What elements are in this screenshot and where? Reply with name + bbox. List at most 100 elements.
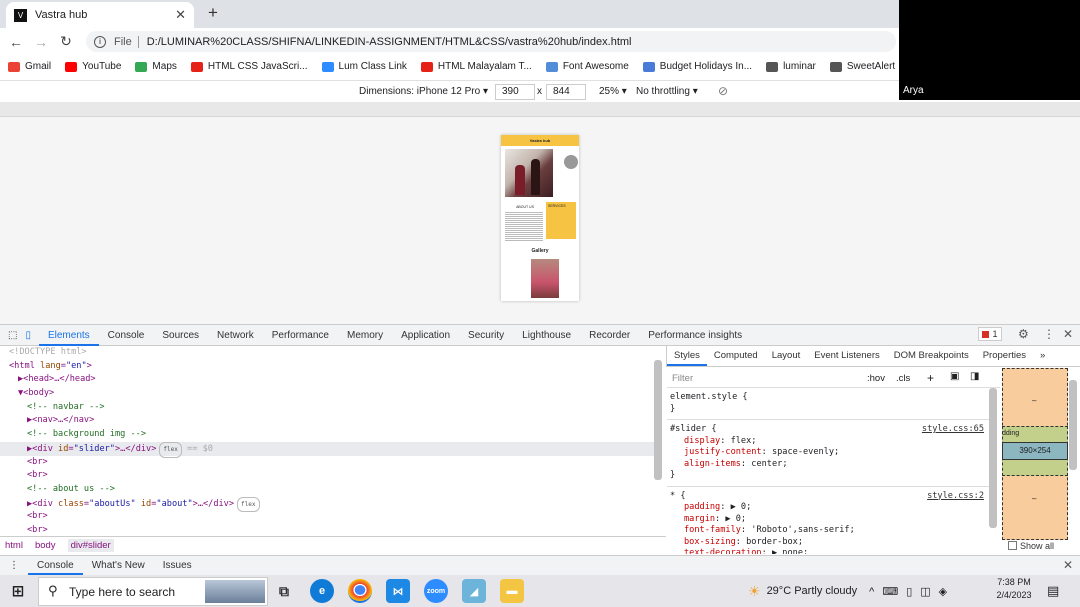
tray-icons[interactable]: ^⌨▯◫◈ — [869, 585, 955, 598]
zoom-select[interactable]: 25% ▾ — [599, 86, 627, 97]
new-tab-button[interactable]: + — [204, 3, 222, 22]
css-declaration[interactable]: padding: ▶ 0; — [670, 502, 986, 514]
bookmark-item[interactable]: Font Awesome — [545, 61, 629, 72]
drawer-tab[interactable]: Console — [28, 556, 83, 575]
bookmark-item[interactable]: YouTube — [65, 61, 121, 72]
devtools-tab[interactable]: Elements — [38, 325, 99, 346]
breadcrumb-item[interactable]: html — [5, 540, 23, 551]
dom-node-line[interactable]: ▶<div id="slider">…</div> flex == $0 — [0, 441, 662, 458]
sidebar-toggle-icon[interactable]: ◨ — [970, 371, 979, 382]
taskbar-search-input[interactable]: ⚲ Type here to search — [38, 577, 268, 606]
error-badge[interactable]: 1 — [978, 327, 1002, 341]
edge-icon[interactable]: e — [310, 579, 334, 603]
dom-node-line[interactable]: <!-- about us --> — [0, 483, 662, 497]
styles-filter-input[interactable]: Filter — [672, 373, 693, 384]
drawer-tab[interactable]: Issues — [154, 556, 201, 575]
rule-source-link[interactable]: style.css:65 — [922, 424, 984, 436]
bookmark-item[interactable]: HTML CSS JavaScri... — [190, 61, 308, 72]
zoom-icon[interactable]: zoom — [424, 579, 448, 603]
dom-node-line[interactable]: ▼<body> — [0, 387, 662, 401]
dom-node-line[interactable]: ▶<head>…</head> — [0, 373, 662, 387]
settings-gear-icon[interactable]: ⚙ — [1018, 327, 1029, 341]
hov-toggle[interactable]: :hov — [867, 373, 885, 384]
devtools-tab[interactable]: Performance insights — [639, 325, 751, 346]
file-explorer-icon[interactable]: ▬ — [500, 579, 524, 603]
weather-text[interactable]: 29°C Partly cloudy — [767, 585, 858, 597]
dom-node-line[interactable]: <!DOCTYPE html> — [0, 346, 662, 360]
bookmark-item[interactable]: HTML Malayalam T... — [420, 61, 532, 72]
css-declaration[interactable]: box-sizing: border-box; — [670, 537, 986, 549]
notifications-icon[interactable]: ▤ — [1047, 583, 1059, 599]
devtools-tab[interactable]: Lighthouse — [513, 325, 580, 346]
bookmark-item[interactable]: luminar — [766, 61, 816, 72]
bookmark-item[interactable]: Gmail — [8, 61, 51, 72]
chrome-icon[interactable] — [348, 579, 372, 603]
add-rule-icon[interactable]: + — [927, 371, 934, 385]
flex-badge[interactable]: flex — [237, 496, 260, 513]
devtools-tab[interactable]: Network — [208, 325, 263, 346]
css-declaration[interactable]: display: flex; — [670, 436, 986, 448]
back-arrow-icon[interactable]: ← — [7, 33, 25, 51]
scrollbar[interactable] — [654, 360, 662, 480]
device-height-input[interactable]: 844 — [546, 84, 586, 100]
info-icon[interactable]: i — [94, 35, 106, 48]
show-all-checkbox[interactable]: Show all — [1008, 541, 1054, 551]
more-tabs-icon[interactable]: » — [1033, 346, 1052, 366]
styles-subtab[interactable]: DOM Breakpoints — [887, 346, 976, 366]
browser-tab[interactable]: V Vastra hub ✕ — [6, 2, 194, 28]
close-devtools-icon[interactable]: ✕ — [1063, 327, 1073, 341]
css-declaration[interactable]: align-items: center; — [670, 459, 986, 471]
cls-toggle[interactable]: .cls — [896, 373, 910, 384]
bookmark-item[interactable]: SweetAlert — [829, 61, 895, 72]
more-options-icon[interactable]: ⋮ — [1043, 327, 1055, 341]
breadcrumb-item[interactable]: div#slider — [67, 539, 114, 552]
styles-subtab[interactable]: Properties — [976, 346, 1033, 366]
devtools-tab[interactable]: Application — [392, 325, 459, 346]
css-declaration[interactable]: margin: ▶ 0; — [670, 514, 986, 526]
rotate-icon[interactable]: ⊘ — [718, 84, 728, 98]
bookmark-item[interactable]: Budget Holidays In... — [642, 61, 752, 72]
dom-node-line[interactable]: ▶<div class="aboutUs" id="about">…</div>… — [0, 496, 662, 513]
paint-icon[interactable]: ▣ — [950, 371, 959, 382]
elements-tree[interactable]: <!DOCTYPE html> <html lang="en"> ▶<head>…<… — [0, 346, 662, 536]
device-width-input[interactable]: 390 — [495, 84, 535, 100]
devtools-tab[interactable]: Security — [459, 325, 513, 346]
app-icon[interactable]: ◢ — [462, 579, 486, 603]
styles-subtab[interactable]: Styles — [667, 346, 707, 366]
inspect-icon[interactable]: ⬚ — [0, 325, 21, 346]
css-declaration[interactable]: justify-content: space-evenly; — [670, 447, 986, 459]
device-toggle-icon[interactable]: ▯ — [21, 325, 39, 346]
vscode-icon[interactable]: ⋈ — [386, 579, 410, 603]
dom-node-line[interactable]: <br> — [0, 510, 662, 524]
devtools-tab[interactable]: Console — [99, 325, 154, 346]
styles-rules[interactable]: element.style { } #slider {style.css:65 … — [667, 388, 989, 554]
dom-node-line[interactable]: <!-- background img --> — [0, 428, 662, 442]
drawer-tab[interactable]: What's New — [83, 556, 154, 575]
task-view-icon[interactable]: ⧉ — [272, 579, 296, 603]
page-preview[interactable]: Vastra hub ABOUT US SERVICES Gallery — [501, 135, 579, 301]
drawer-menu-icon[interactable]: ⋮ — [0, 556, 28, 575]
bookmark-item[interactable]: Lum Class Link — [321, 61, 407, 72]
dom-node-line[interactable]: <html lang="en"> — [0, 360, 662, 374]
styles-subtab[interactable]: Event Listeners — [807, 346, 886, 366]
css-declaration[interactable]: font-family: 'Roboto',sans-serif; — [670, 525, 986, 537]
styles-subtab[interactable]: Computed — [707, 346, 765, 366]
css-declaration[interactable]: text-decoration: ▶ none; — [670, 548, 986, 554]
reload-icon[interactable]: ↻ — [57, 33, 75, 51]
scrollbar[interactable] — [1069, 380, 1077, 470]
flex-badge[interactable]: flex — [159, 441, 182, 458]
bookmark-item[interactable]: Maps — [135, 61, 177, 72]
rule-source-link[interactable]: style.css:2 — [927, 491, 984, 503]
close-tab-icon[interactable]: ✕ — [175, 7, 186, 23]
styles-subtab[interactable]: Layout — [765, 346, 808, 366]
devtools-tab[interactable]: Performance — [263, 325, 338, 346]
close-drawer-icon[interactable]: ✕ — [1063, 558, 1073, 572]
scrollbar[interactable] — [989, 388, 997, 528]
address-bar[interactable]: i File D:/LUMINAR%20CLASS/SHIFNA/LINKEDI… — [86, 31, 896, 52]
throttling-select[interactable]: No throttling ▾ — [636, 86, 698, 97]
windows-start-icon[interactable]: ⊞ — [6, 579, 30, 603]
device-dimensions-select[interactable]: Dimensions: iPhone 12 Pro ▾ — [359, 86, 488, 97]
dom-node-line[interactable]: <br> — [0, 469, 662, 483]
breadcrumb-item[interactable]: body — [35, 540, 56, 551]
dom-node-line[interactable]: ▶<nav>…</nav> — [0, 414, 662, 428]
